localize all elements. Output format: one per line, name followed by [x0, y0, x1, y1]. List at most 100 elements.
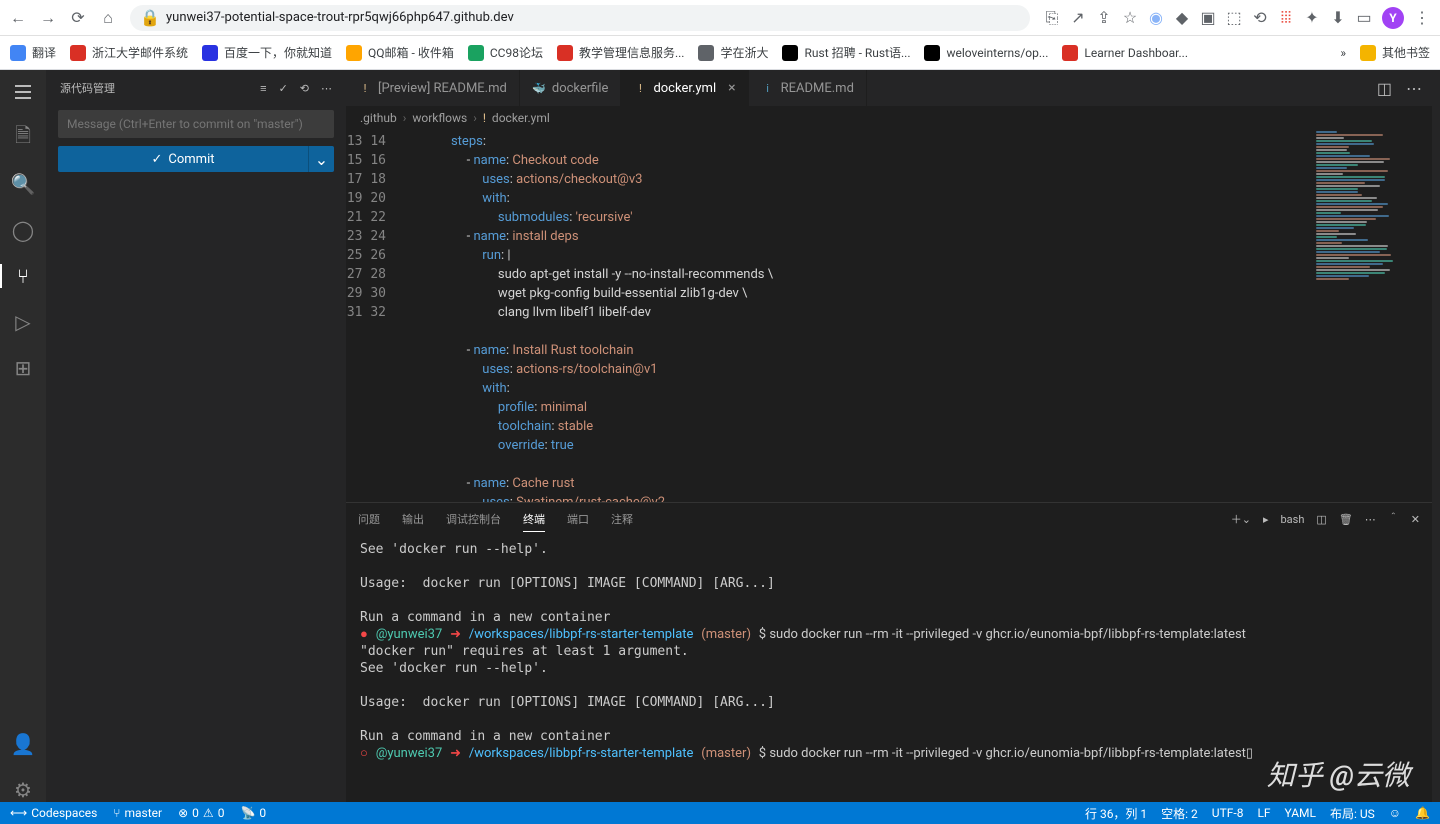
open-external-icon[interactable]: ↗	[1070, 10, 1086, 26]
extensions-panel-icon[interactable]: ⊞	[11, 356, 35, 380]
commit-check-icon[interactable]: ✓	[279, 82, 288, 95]
bookmark-item[interactable]: 翻译	[10, 44, 56, 61]
file-icon: !	[358, 81, 372, 95]
codespaces-status[interactable]: ⟷ Codespaces	[10, 806, 97, 820]
install-icon[interactable]: ⎘	[1044, 10, 1060, 26]
breadcrumb-item[interactable]: workflows	[412, 111, 467, 125]
url-text: yunwei37-potential-space-trout-rpr5qwj66…	[166, 10, 514, 25]
ext3-icon[interactable]: ▣	[1200, 10, 1216, 26]
file-icon: !	[633, 81, 647, 95]
settings-gear-icon[interactable]: ⚙	[11, 778, 35, 802]
view-tree-icon[interactable]: ≡	[260, 82, 266, 95]
ext2-icon[interactable]: ◆	[1174, 10, 1190, 26]
ext1-icon[interactable]: ◉	[1148, 10, 1164, 26]
share-icon[interactable]: ⇪	[1096, 10, 1112, 26]
bookmarks-bar: 翻译浙江大学邮件系统百度一下，你就知道 QQ邮箱 - 收件箱 CC98论坛教学管理信…	[0, 36, 1440, 70]
bookmark-item[interactable]: Rust 招聘 - Rust语...	[782, 44, 910, 61]
split-terminal-icon[interactable]: ◫	[1316, 513, 1326, 526]
close-tab-icon[interactable]: ×	[728, 80, 735, 96]
close-panel-icon[interactable]: ✕	[1411, 513, 1420, 526]
editor-tab[interactable]: ![Preview] README.md	[346, 70, 520, 106]
menu-icon[interactable]: ⋮	[1414, 10, 1430, 26]
star-icon[interactable]: ☆	[1122, 10, 1138, 26]
terminal-output[interactable]: See 'docker run --help'. Usage: docker r…	[346, 535, 1432, 802]
split-editor-icon[interactable]: ◫	[1377, 79, 1392, 98]
minimap[interactable]	[1312, 130, 1432, 502]
panel-tab[interactable]: 终端	[523, 507, 545, 532]
activity-bar: 🗎 🔍 ◯ ⑂ ▷ ⊞ 👤 ⚙	[0, 70, 46, 802]
url-bar[interactable]: 🔒 yunwei37-potential-space-trout-rpr5qwj…	[130, 5, 1030, 31]
code-editor[interactable]: steps: - name: Checkout code uses: actio…	[404, 130, 1312, 502]
editor-tab[interactable]: iREADME.md	[749, 70, 867, 106]
panel-more-icon[interactable]: ⋯	[1365, 513, 1376, 526]
sidebar-title: 源代码管理	[60, 80, 115, 96]
profile-avatar[interactable]: Y	[1382, 7, 1404, 29]
bookmark-item[interactable]: 浙江大学邮件系统	[70, 44, 188, 61]
explorer-icon[interactable]: 🗎	[11, 126, 35, 150]
bookmark-item[interactable]: 学在浙大	[698, 44, 768, 61]
kill-terminal-icon[interactable]: 🗑	[1339, 513, 1353, 526]
forward-icon[interactable]: →	[40, 10, 56, 26]
source-control-sidebar: 源代码管理 ≡ ✓ ⟲ ⋯ ✓ Commit ⌄	[46, 70, 346, 802]
ext6-icon[interactable]: ⦙⦙⦙	[1278, 10, 1294, 26]
bookmark-item[interactable]: QQ邮箱 - 收件箱	[346, 44, 454, 61]
reload-icon[interactable]: ⟳	[70, 10, 86, 26]
bottom-panel: 问题输出调试控制台终端端口注释 ＋⌄ ▸ bash ◫ 🗑 ⋯ ＾ ✕ See …	[346, 502, 1432, 802]
terminal-profile-icon[interactable]: ▸	[1263, 513, 1269, 526]
ports-status[interactable]: 📡 0	[240, 806, 266, 820]
cursor-position[interactable]: 行 36，列 1	[1085, 805, 1147, 822]
menu-toggle[interactable]	[11, 80, 35, 104]
panel-tab[interactable]: 注释	[611, 507, 633, 531]
more-icon[interactable]: ⋯	[321, 82, 332, 95]
breadcrumb[interactable]: .github›workflows›! docker.yml	[346, 106, 1432, 130]
search-icon[interactable]: 🔍	[11, 172, 35, 196]
refresh-icon[interactable]: ⟲	[300, 82, 309, 95]
feedback-icon[interactable]: ☺	[1389, 806, 1401, 820]
indent-status[interactable]: 空格: 2	[1161, 805, 1198, 822]
reading-list-icon[interactable]: ▭	[1356, 10, 1372, 26]
bookmarks-overflow-icon[interactable]: »	[1340, 46, 1346, 60]
bookmark-item[interactable]: 教学管理信息服务...	[557, 44, 685, 61]
home-icon[interactable]: ⌂	[100, 10, 116, 26]
ext5-icon[interactable]: ⟲	[1252, 10, 1268, 26]
ext4-icon[interactable]: ⬚	[1226, 10, 1242, 26]
layout-status[interactable]: 布局: US	[1330, 805, 1375, 822]
bookmark-item[interactable]: 其他书签	[1360, 44, 1430, 61]
accounts-icon[interactable]: 👤	[11, 732, 35, 756]
bookmark-item[interactable]: weloveinterns/op...	[924, 45, 1048, 61]
file-icon: i	[761, 81, 775, 95]
panel-tab[interactable]: 问题	[358, 507, 380, 531]
language-status[interactable]: YAML	[1285, 806, 1316, 820]
bookmark-item[interactable]: Learner Dashboar...	[1062, 45, 1188, 61]
panel-tab[interactable]: 调试控制台	[446, 507, 501, 531]
commit-dropdown[interactable]: ⌄	[308, 146, 334, 172]
maximize-panel-icon[interactable]: ＾	[1388, 511, 1399, 527]
eol-status[interactable]: LF	[1257, 806, 1270, 820]
source-control-icon[interactable]: ⑂	[0, 264, 46, 288]
editor-tab[interactable]: 🐳dockerfile	[520, 70, 622, 106]
extensions-icon[interactable]: ✦	[1304, 10, 1320, 26]
file-icon: 🐳	[532, 81, 546, 95]
lock-icon: 🔒	[142, 10, 158, 26]
terminal-shell-label[interactable]: bash	[1281, 513, 1305, 526]
commit-button[interactable]: ✓ Commit	[58, 146, 308, 172]
branch-status[interactable]: ⑂ master	[113, 806, 162, 820]
run-debug-icon[interactable]: ▷	[11, 310, 35, 334]
breadcrumb-item[interactable]: .github	[360, 111, 397, 125]
panel-tab[interactable]: 端口	[567, 507, 589, 531]
encoding-status[interactable]: UTF-8	[1212, 806, 1244, 820]
editor-area: ![Preview] README.md🐳dockerfile!docker.y…	[346, 70, 1432, 802]
github-icon[interactable]: ◯	[11, 218, 35, 242]
panel-tab[interactable]: 输出	[402, 507, 424, 531]
new-terminal-icon[interactable]: ＋⌄	[1231, 511, 1251, 527]
problems-status[interactable]: ⊗ 0 ⚠ 0	[178, 806, 224, 820]
breadcrumb-item[interactable]: docker.yml	[492, 111, 550, 125]
tab-more-icon[interactable]: ⋯	[1406, 79, 1422, 98]
bookmark-item[interactable]: CC98论坛	[468, 44, 543, 61]
back-icon[interactable]: ←	[10, 10, 26, 26]
download-icon[interactable]: ⬇	[1330, 10, 1346, 26]
bookmark-item[interactable]: 百度一下，你就知道	[202, 44, 332, 61]
commit-message-input[interactable]	[58, 110, 334, 138]
notifications-icon[interactable]: 🔔	[1415, 806, 1430, 820]
editor-tab[interactable]: !docker.yml×	[621, 70, 748, 106]
